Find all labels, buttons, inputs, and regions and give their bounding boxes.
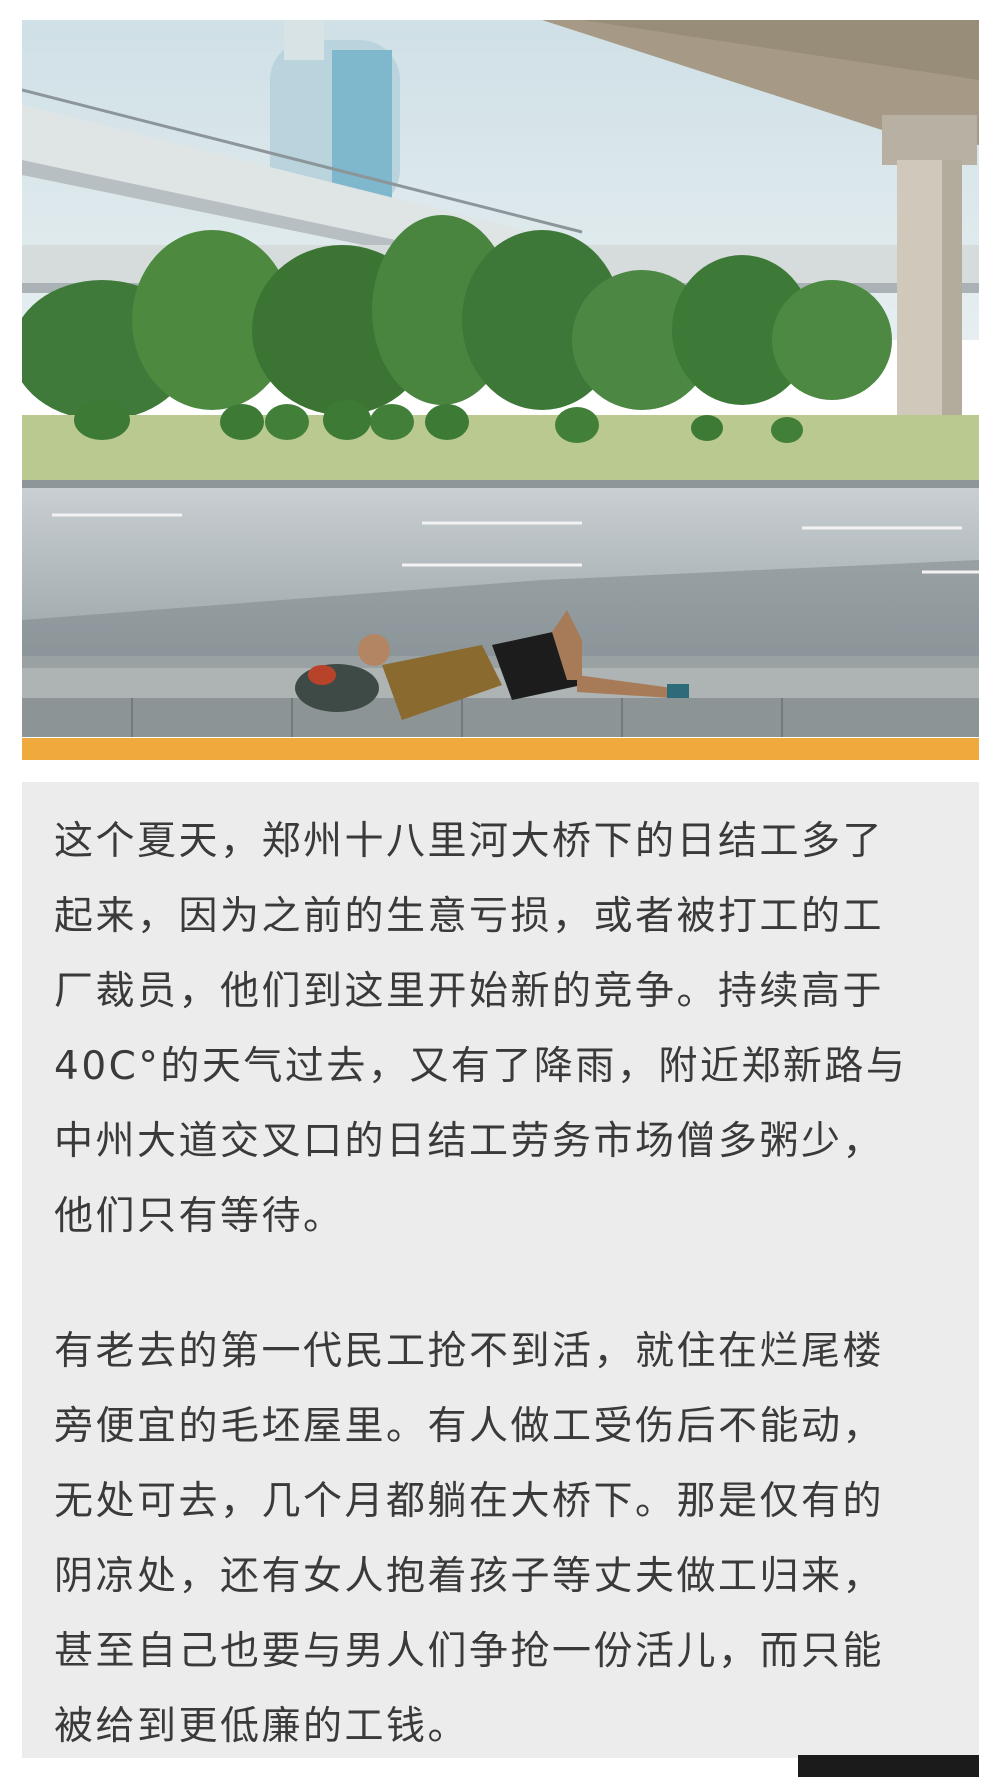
- text-line: 中州大道交叉口的日结工劳务市场僧多粥少，: [54, 1119, 885, 1164]
- text-line: 厂裁员，他们到这里开始新的竞争。持续高于: [54, 969, 885, 1014]
- shoe: [667, 684, 689, 698]
- grass-median: [22, 415, 979, 485]
- article-text-card: 这个夏天，郑州十八里河大桥下的日结工多了 起来，因为之前的生意亏损，或者被打工的…: [22, 782, 979, 1758]
- text-line: 他们只有等待。: [54, 1194, 345, 1239]
- text-line: 40C°的天气过去，又有了降雨，附近郑新路与: [54, 1044, 908, 1089]
- corner-decoration-bar: [798, 1755, 979, 1777]
- text-line: 被给到更低廉的工钱。: [54, 1704, 470, 1749]
- paragraph-1: 这个夏天，郑州十八里河大桥下的日结工多了 起来，因为之前的生意亏损，或者被打工的…: [54, 804, 954, 1254]
- accent-bar: [22, 738, 979, 760]
- text-line: 无处可去，几个月都躺在大桥下。那是仅有的: [54, 1479, 885, 1524]
- far-curb: [22, 480, 979, 488]
- curb-stones: [22, 698, 979, 737]
- text-line: 旁便宜的毛坯屋里。有人做工受伤后不能动，: [54, 1404, 885, 1449]
- text-line: 起来，因为之前的生意亏损，或者被打工的工: [54, 894, 885, 939]
- bag: [295, 664, 379, 712]
- head: [358, 634, 390, 666]
- bag-strap: [308, 665, 336, 685]
- text-line: 这个夏天，郑州十八里河大桥下的日结工多了: [54, 819, 885, 864]
- text-line: 阴凉处，还有女人抱着孩子等丈夫做工归来，: [54, 1554, 885, 1599]
- bridge-scene-illustration: [22, 20, 979, 737]
- article-photo: [22, 20, 979, 737]
- text-line: 有老去的第一代民工抢不到活，就住在烂尾楼: [54, 1329, 885, 1374]
- paragraph-2: 有老去的第一代民工抢不到活，就住在烂尾楼 旁便宜的毛坯屋里。有人做工受伤后不能动…: [54, 1314, 954, 1764]
- text-line: 甚至自己也要与男人们争抢一份活儿，而只能: [54, 1629, 885, 1674]
